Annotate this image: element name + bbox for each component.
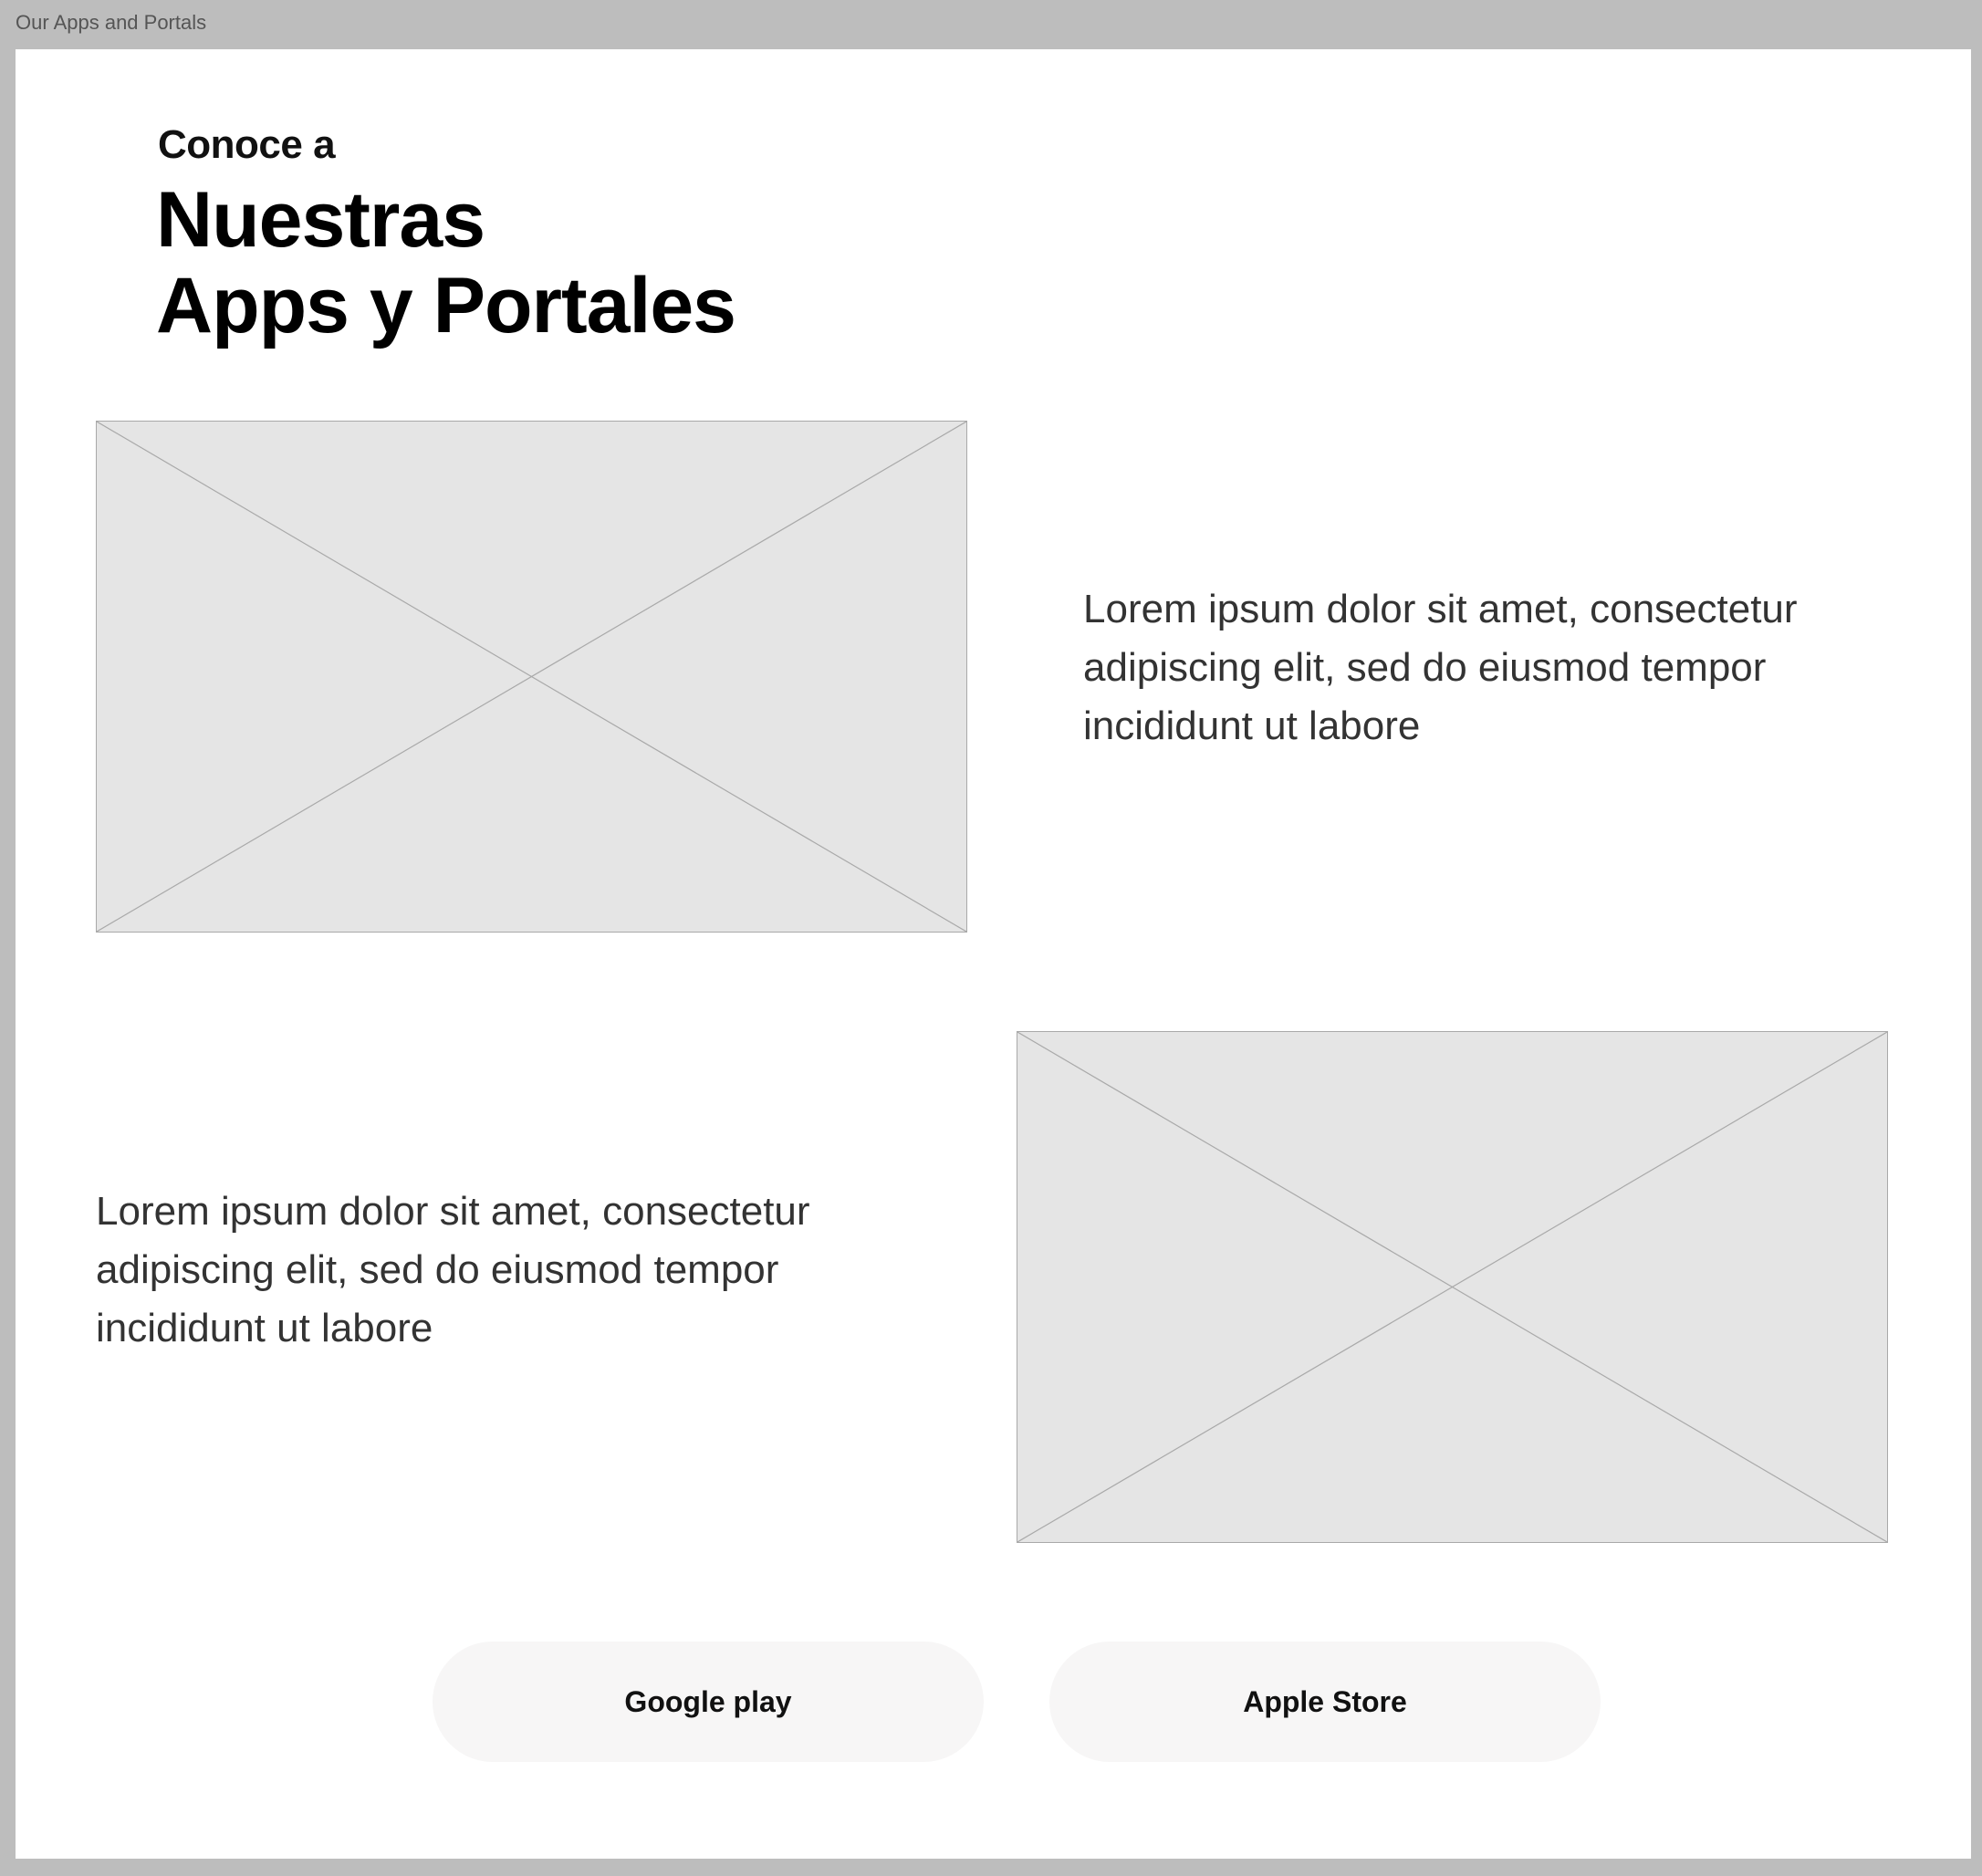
image-placeholder-icon — [1017, 1032, 1887, 1542]
page-title-line-1: Nuestras — [156, 176, 485, 264]
page-title: Nuestras Apps y Portales — [156, 176, 736, 349]
image-placeholder-2 — [1017, 1031, 1888, 1543]
hero-eyebrow: Conoce a — [158, 122, 336, 167]
section-1-description: Lorem ipsum dolor sit amet, consectetur … — [1083, 587, 1798, 748]
google-play-button[interactable]: Google play — [433, 1642, 984, 1762]
image-placeholder-icon — [97, 422, 966, 932]
frame-title: Our Apps and Portals — [16, 11, 207, 34]
section-2-description: Lorem ipsum dolor sit amet, consectetur … — [96, 1189, 810, 1350]
apple-store-button[interactable]: Apple Store — [1049, 1642, 1601, 1762]
page-title-line-2: Apps y Portales — [156, 262, 736, 349]
image-placeholder-1 — [96, 421, 967, 933]
page-canvas: Conoce a Nuestras Apps y Portales Lorem … — [16, 49, 1971, 1859]
